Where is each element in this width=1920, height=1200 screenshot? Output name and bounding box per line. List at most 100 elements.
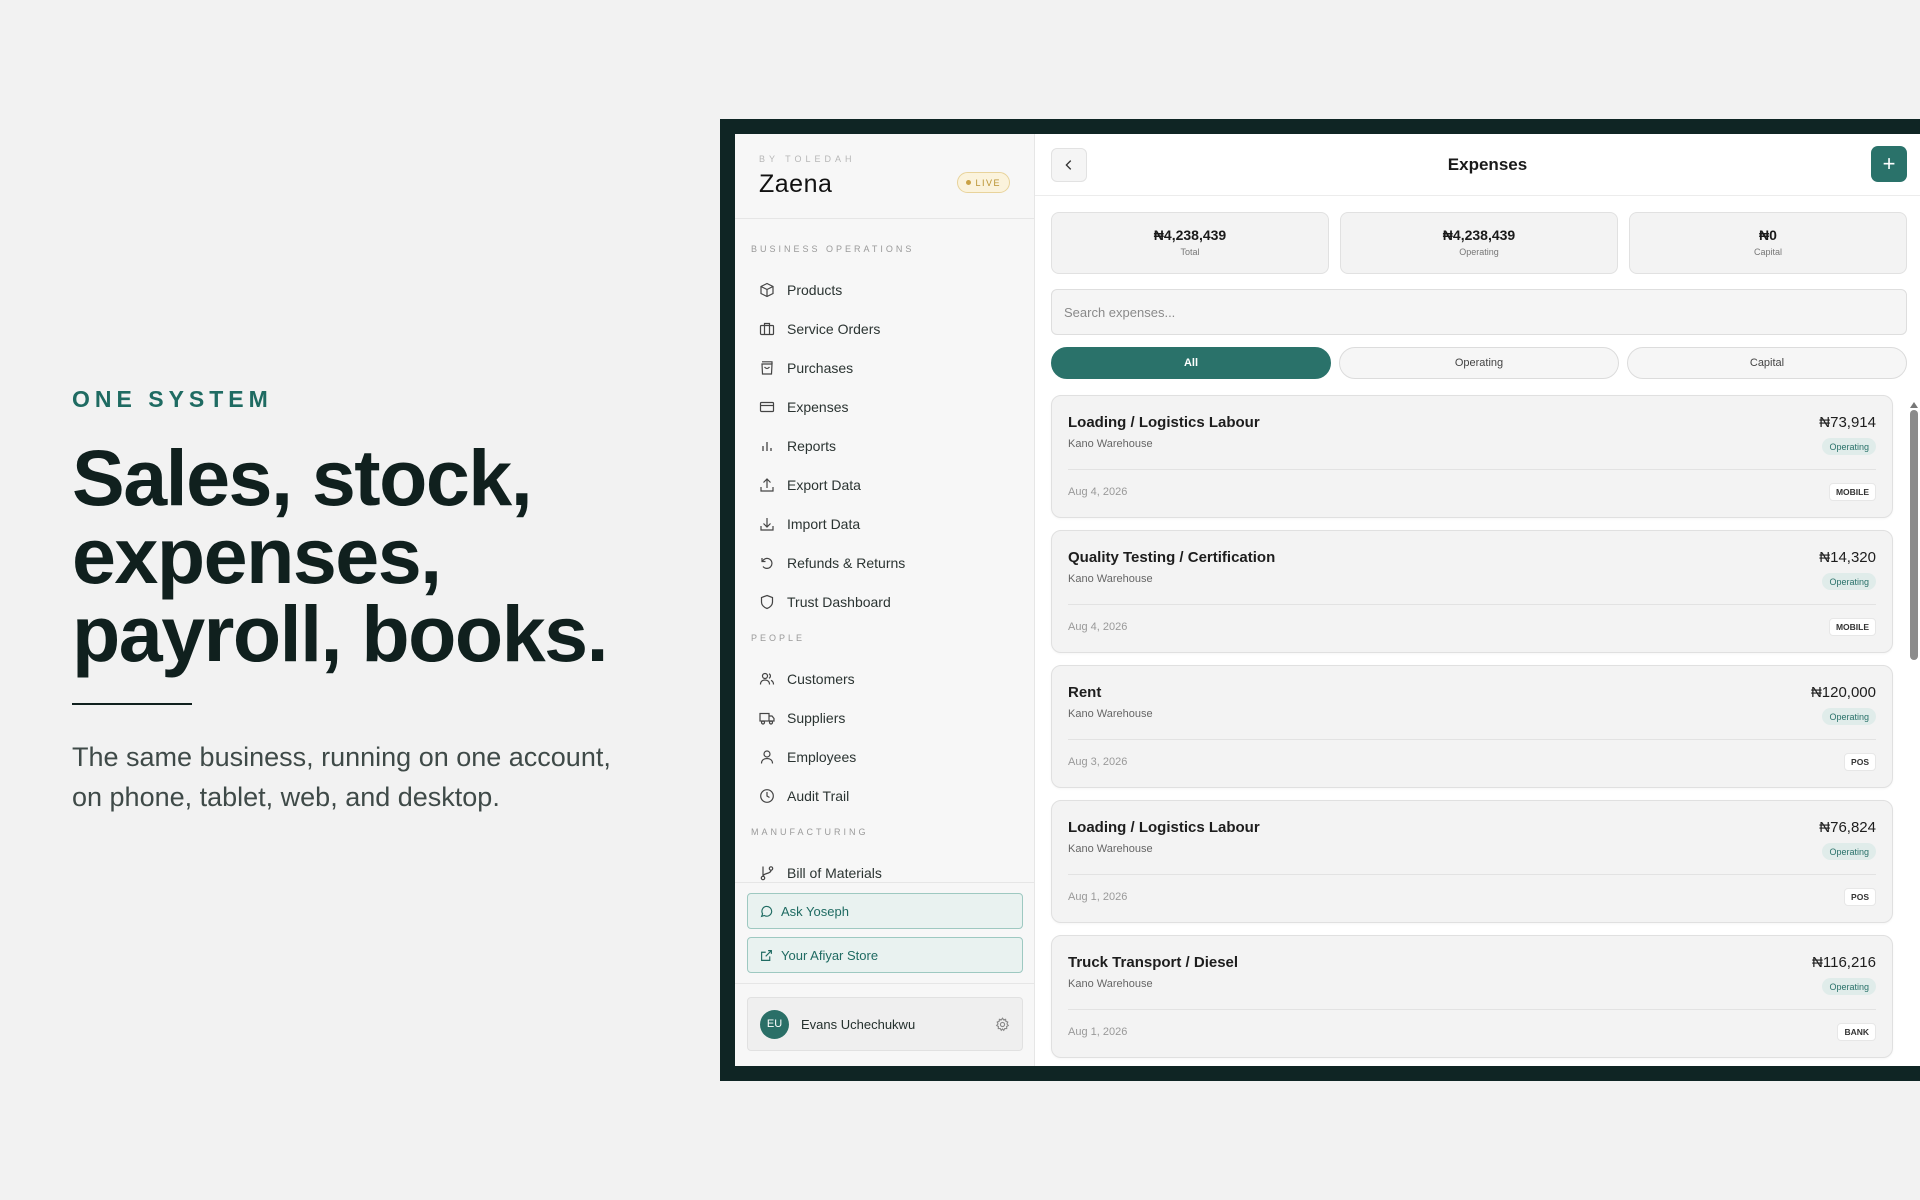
sidebar-item-label: Export Data [787, 476, 861, 493]
expense-amount: ₦120,000 [1810, 684, 1876, 701]
sidebar-item-label: Audit Trail [787, 787, 850, 804]
sidebar-item-service-orders[interactable]: Service Orders [735, 309, 1034, 348]
sidebar-item-employees[interactable]: Employees [735, 737, 1034, 776]
brand-byline: BY TOLEDAH [759, 154, 856, 164]
git-branch-icon [760, 865, 774, 880]
expense-type-badge: Operating [1822, 438, 1876, 455]
sidebar-item-label: Customers [787, 670, 855, 687]
list-scrollbar[interactable] [1910, 402, 1918, 682]
stat-capital: ₦0 Capital [1629, 212, 1907, 274]
stat-operating: ₦4,238,439 Operating [1340, 212, 1618, 274]
store-link-button[interactable]: Your Afiyar Store [747, 937, 1023, 973]
sidebar-item-label: Service Orders [787, 320, 881, 337]
credit-card-icon [759, 401, 775, 412]
box-icon [760, 282, 774, 297]
app-screen: BY TOLEDAH Zaena LIVE BUSINESS OPERATION… [735, 134, 1920, 1066]
expense-date: Aug 1, 2026 [1068, 1026, 1128, 1038]
subtext-line: on phone, tablet, web, and desktop. [72, 782, 500, 812]
stat-value: ₦4,238,439 [1153, 227, 1227, 243]
hero: ONE SYSTEM Sales, stock, expenses, payro… [72, 386, 672, 817]
expense-amount: ₦73,914 [1819, 414, 1876, 431]
sidebar-item-audit-trail[interactable]: Audit Trail [735, 776, 1034, 815]
sidebar-item-customers[interactable]: Customers [735, 659, 1034, 698]
user-name: Evans Uchechukwu [801, 1016, 916, 1032]
expense-date: Aug 4, 2026 [1068, 486, 1128, 498]
expense-list: Loading / Logistics Labour Kano Warehous… [1051, 395, 1893, 1066]
filter-all[interactable]: All [1051, 347, 1331, 379]
expense-location: Kano Warehouse [1068, 978, 1153, 990]
store-link-label: Your Afiyar Store [781, 947, 879, 963]
ask-yoseph-button[interactable]: Ask Yoseph [747, 893, 1023, 929]
sidebar-item-import-data[interactable]: Import Data [735, 504, 1034, 543]
expense-name: Truck Transport / Diesel [1068, 954, 1239, 971]
sidebar-item-label: Bill of Materials [787, 864, 882, 881]
rotate-ccw-icon [761, 557, 773, 569]
expense-card[interactable]: Truck Transport / Diesel Kano Warehouse … [1051, 935, 1893, 1058]
upload-icon [760, 477, 774, 492]
sidebar-item-trust-dashboard[interactable]: Trust Dashboard [735, 582, 1034, 621]
sidebar-item-export-data[interactable]: Export Data [735, 465, 1034, 504]
sidebar-item-reports[interactable]: Reports [735, 426, 1034, 465]
sidebar-item-refunds-returns[interactable]: Refunds & Returns [735, 543, 1034, 582]
briefcase-icon [759, 322, 775, 335]
avatar: EU [760, 1009, 789, 1039]
device-frame: BY TOLEDAH Zaena LIVE BUSINESS OPERATION… [720, 119, 1920, 1081]
expense-name: Quality Testing / Certification [1068, 549, 1276, 566]
sidebar-item-purchases[interactable]: Purchases [735, 348, 1034, 387]
expense-name: Loading / Logistics Labour [1068, 819, 1260, 836]
sidebar: BY TOLEDAH Zaena LIVE BUSINESS OPERATION… [735, 134, 1035, 1066]
headline: Sales, stock, expenses, payroll, books. [72, 433, 672, 673]
expense-type-badge: Operating [1822, 573, 1876, 590]
gear-icon[interactable] [995, 1017, 1010, 1032]
scroll-thumb[interactable] [1910, 410, 1918, 660]
expense-amount: ₦116,216 [1812, 954, 1876, 971]
filter-operating[interactable]: Operating [1339, 347, 1619, 379]
headline-line: Sales, stock, [72, 433, 533, 522]
subtext: The same business, running on one accoun… [72, 737, 652, 817]
sidebar-nav: BUSINESS OPERATIONS Products Service Ord… [735, 219, 1034, 892]
expense-channel-badge: MOBILE [1828, 483, 1876, 501]
stat-value: ₦0 [1759, 227, 1777, 243]
shield-icon [760, 594, 774, 609]
sidebar-item-label: Expenses [787, 398, 849, 415]
card-divider [1068, 1009, 1876, 1010]
search-input[interactable] [1051, 289, 1907, 335]
expense-card[interactable]: Rent Kano Warehouse ₦120,000 Operating A… [1051, 665, 1893, 788]
filter-capital[interactable]: Capital [1627, 347, 1907, 379]
expense-date: Aug 1, 2026 [1068, 891, 1128, 903]
sidebar-item-expenses[interactable]: Expenses [735, 387, 1034, 426]
expense-type-badge: Operating [1822, 843, 1876, 860]
add-expense-button[interactable]: + [1871, 146, 1907, 182]
expense-date: Aug 4, 2026 [1068, 621, 1128, 633]
sidebar-item-products[interactable]: Products [735, 270, 1034, 309]
bar-chart-icon [762, 441, 772, 451]
expense-location: Kano Warehouse [1068, 438, 1153, 450]
download-icon [760, 517, 774, 531]
section-label-manufacturing: MANUFACTURING [751, 827, 869, 837]
sidebar-item-suppliers[interactable]: Suppliers [735, 698, 1034, 737]
expense-channel-badge: POS [1844, 753, 1876, 771]
live-badge: LIVE [957, 172, 1010, 193]
expense-type-badge: Operating [1822, 978, 1876, 995]
scroll-up-icon[interactable] [1910, 402, 1918, 408]
expense-card[interactable]: Loading / Logistics Labour Kano Warehous… [1051, 395, 1893, 518]
expense-location: Kano Warehouse [1068, 573, 1153, 585]
expense-card[interactable]: Loading / Logistics Labour Kano Warehous… [1051, 800, 1893, 923]
plus-icon: + [1882, 151, 1896, 176]
stat-label: Operating [1459, 247, 1499, 257]
user-icon [760, 749, 774, 764]
footer-divider [735, 983, 1034, 984]
live-label: LIVE [975, 177, 1001, 188]
expense-amount: ₦14,320 [1819, 549, 1876, 566]
stat-value: ₦4,238,439 [1442, 227, 1516, 243]
sidebar-item-label: Refunds & Returns [787, 554, 906, 571]
eyebrow: ONE SYSTEM [72, 386, 273, 412]
stat-label: Capital [1753, 247, 1782, 257]
user-card[interactable]: EU Evans Uchechukwu [747, 997, 1023, 1051]
card-divider [1068, 604, 1876, 605]
section-label-people: PEOPLE [751, 633, 806, 643]
filter-tabs: All Operating Capital [1051, 347, 1907, 379]
expense-card[interactable]: Quality Testing / Certification Kano War… [1051, 530, 1893, 653]
sidebar-item-label: Import Data [787, 515, 861, 532]
stat-total: ₦4,238,439 Total [1051, 212, 1329, 274]
